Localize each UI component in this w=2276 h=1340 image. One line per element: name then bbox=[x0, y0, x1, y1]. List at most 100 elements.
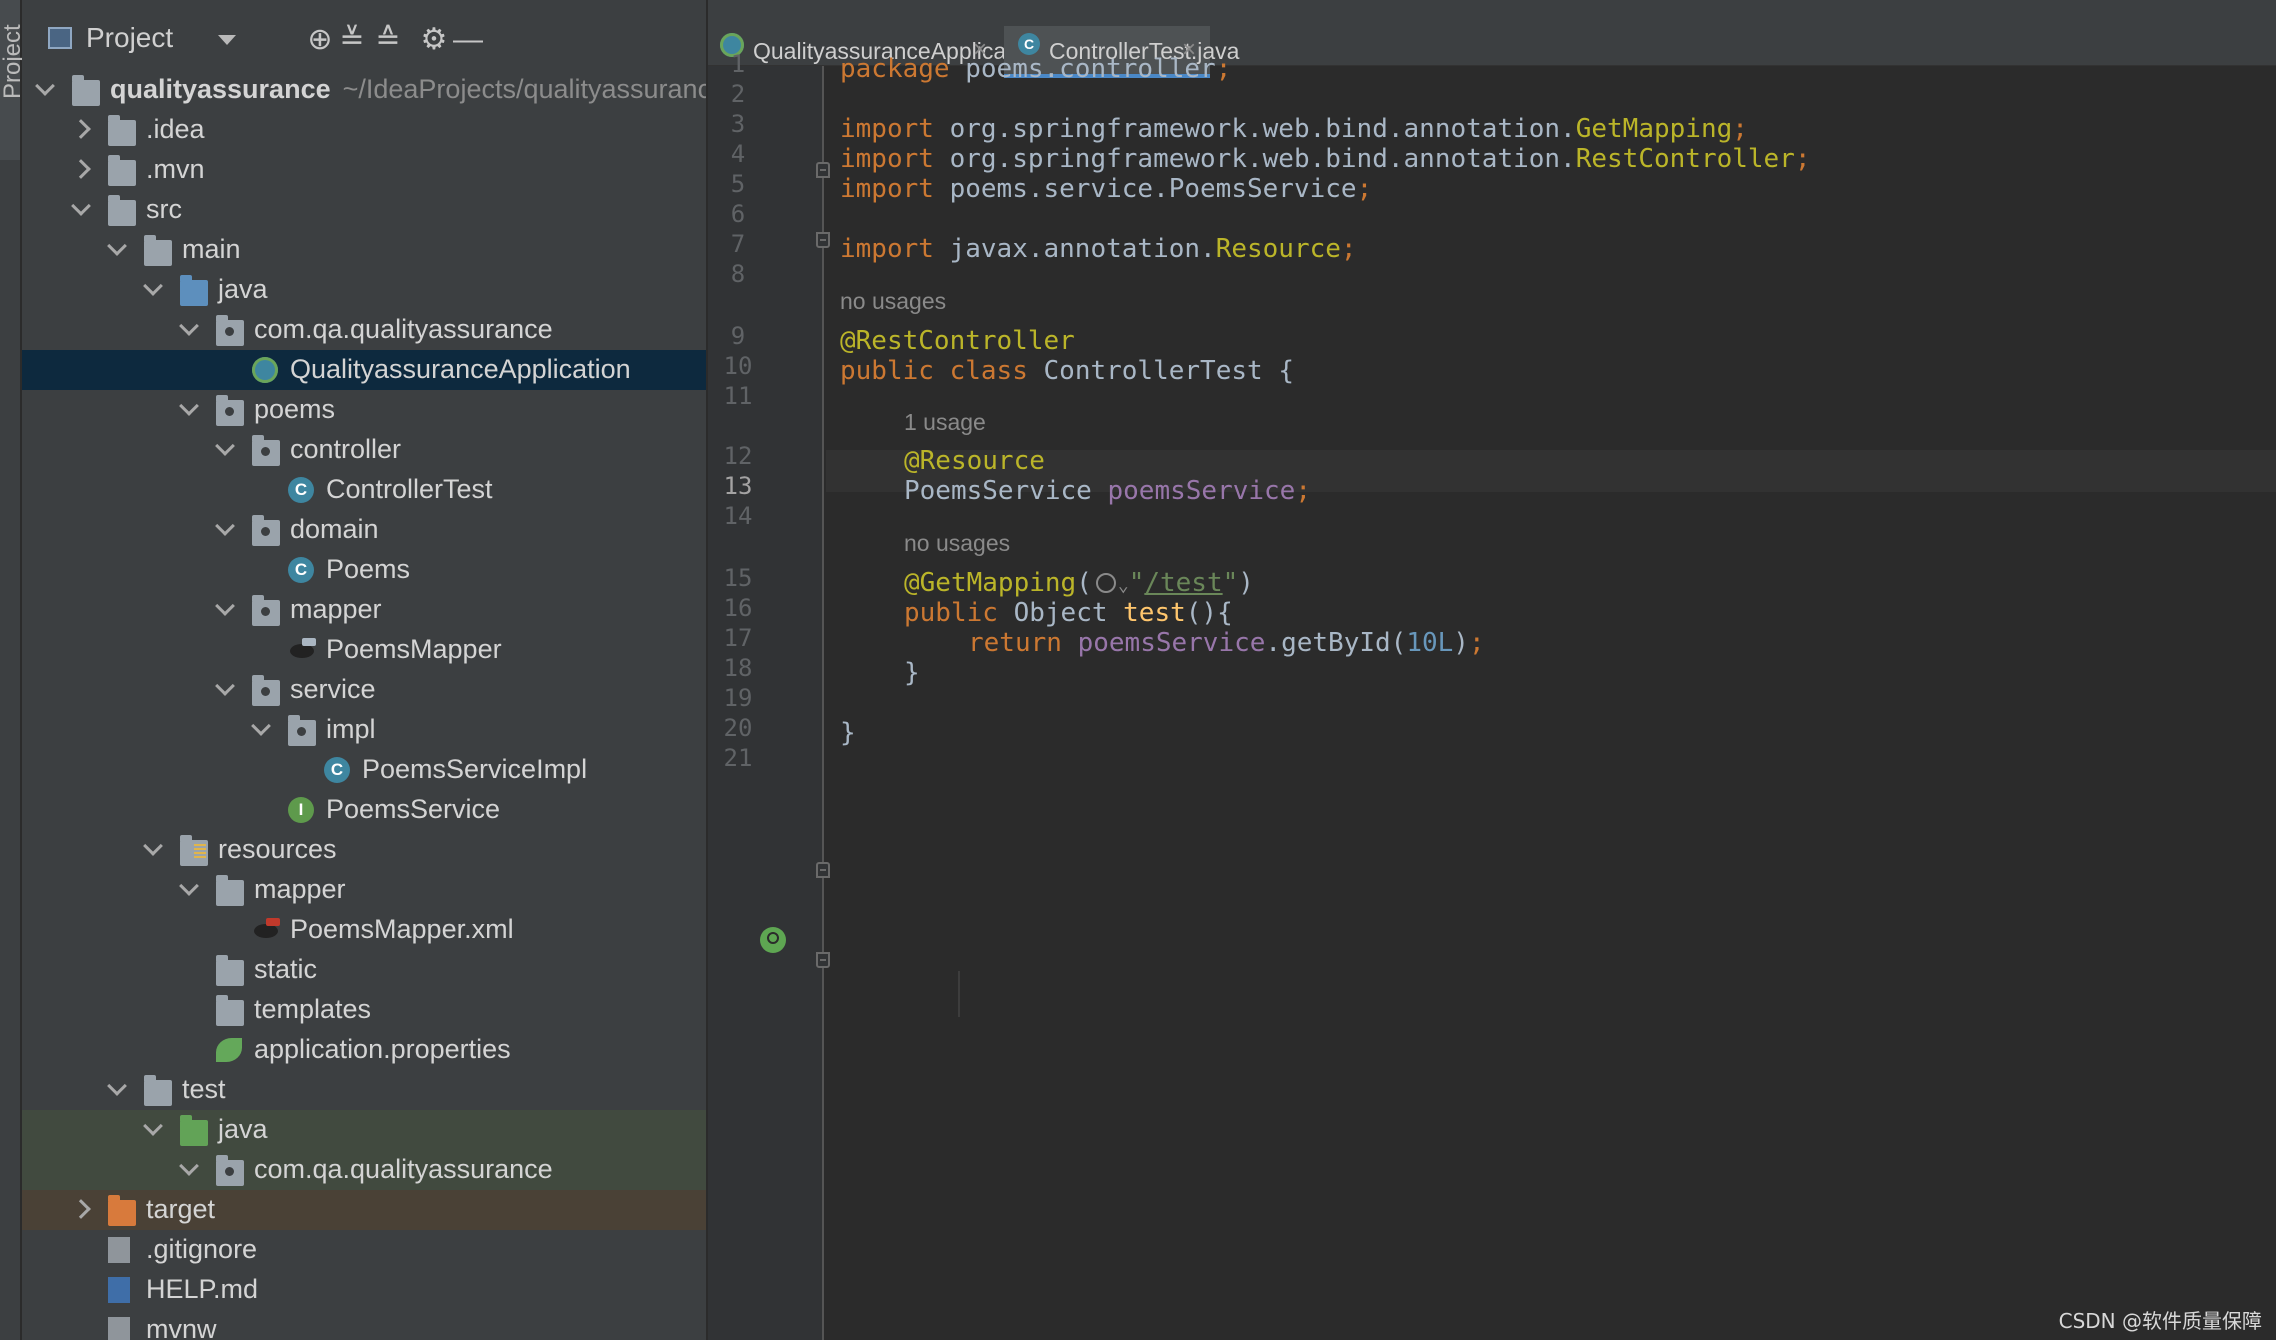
package-icon bbox=[216, 315, 244, 346]
field-name: poemsService bbox=[1107, 476, 1296, 506]
line-number[interactable]: 9 bbox=[718, 322, 758, 350]
tree-item[interactable]: java bbox=[22, 1110, 706, 1150]
usage-hint[interactable]: 1 usage bbox=[904, 409, 986, 436]
globe-icon[interactable] bbox=[1095, 573, 1116, 593]
tree-item[interactable]: PoemsMapper bbox=[22, 630, 706, 670]
chevron-down-icon[interactable] bbox=[215, 436, 235, 456]
chevron-right-icon[interactable] bbox=[71, 159, 91, 179]
resources-folder-icon bbox=[180, 835, 208, 866]
tree-item[interactable]: I PoemsService bbox=[22, 790, 706, 830]
tree-item[interactable]: application.properties bbox=[22, 1030, 706, 1070]
tree-item[interactable]: .mvn bbox=[22, 150, 706, 190]
tree-item[interactable]: com.qa.qualityassurance bbox=[22, 1150, 706, 1190]
chevron-down-icon[interactable] bbox=[179, 316, 199, 336]
tree-item-label: resources bbox=[218, 834, 337, 864]
line-number[interactable]: 1 bbox=[718, 50, 758, 78]
line-number[interactable]: 12 bbox=[718, 442, 758, 470]
line-number[interactable]: 16 bbox=[718, 594, 758, 622]
usage-hint[interactable]: no usages bbox=[904, 530, 1010, 557]
chevron-down-icon[interactable] bbox=[143, 836, 163, 856]
tree-item[interactable]: .gitignore bbox=[22, 1230, 706, 1270]
code-text: Resource bbox=[1215, 234, 1341, 264]
code-text: org.springframework.web.bind.annotation. bbox=[933, 144, 1576, 174]
tree-item[interactable]: .idea bbox=[22, 110, 706, 150]
tree-item[interactable]: mapper bbox=[22, 590, 706, 630]
tree-item[interactable]: domain bbox=[22, 510, 706, 550]
tree-item[interactable]: main bbox=[22, 230, 706, 270]
hide-panel-icon[interactable]: — bbox=[452, 24, 484, 56]
tree-item[interactable]: impl bbox=[22, 710, 706, 750]
line-number[interactable]: 20 bbox=[718, 714, 758, 742]
tree-item[interactable]: java bbox=[22, 270, 706, 310]
tree-item[interactable]: templates bbox=[22, 990, 706, 1030]
chevron-down-icon[interactable]: ⌄ bbox=[1118, 575, 1129, 596]
chevron-right-icon[interactable] bbox=[71, 1199, 91, 1219]
tree-item[interactable]: src bbox=[22, 190, 706, 230]
line-number[interactable]: 5 bbox=[718, 170, 758, 198]
tree-item[interactable]: mapper bbox=[22, 870, 706, 910]
line-number[interactable]: 6 bbox=[718, 200, 758, 228]
line-number[interactable]: 15 bbox=[718, 564, 758, 592]
chevron-down-icon[interactable] bbox=[107, 236, 127, 256]
line-number[interactable]: 2 bbox=[718, 80, 758, 108]
tree-item[interactable]: C PoemsServiceImpl bbox=[22, 750, 706, 790]
chevron-down-icon[interactable] bbox=[251, 716, 271, 736]
chevron-down-icon[interactable] bbox=[179, 1156, 199, 1176]
endpoint-globe-icon[interactable] bbox=[760, 927, 786, 953]
tree-item[interactable]: controller bbox=[22, 430, 706, 470]
module-folder-icon bbox=[72, 75, 100, 106]
line-number[interactable]: 10 bbox=[718, 352, 758, 380]
locate-file-icon[interactable]: ⊕ bbox=[304, 24, 336, 56]
chevron-down-icon[interactable] bbox=[215, 516, 235, 536]
project-view-title[interactable]: Project bbox=[86, 22, 173, 54]
line-number[interactable]: 13 bbox=[718, 472, 758, 500]
tree-item-label: Poems bbox=[326, 554, 411, 584]
chevron-down-icon[interactable] bbox=[143, 276, 163, 296]
view-dropdown-icon[interactable] bbox=[218, 35, 236, 45]
tree-item[interactable]: service bbox=[22, 670, 706, 710]
chevron-down-icon[interactable] bbox=[179, 876, 199, 896]
code-text: RestController bbox=[1575, 144, 1795, 174]
tree-item[interactable]: target bbox=[22, 1190, 706, 1230]
tree-item[interactable]: mvnw bbox=[22, 1310, 706, 1340]
collapse-all-icon[interactable]: ≙ bbox=[372, 24, 404, 56]
tree-item[interactable]: poems bbox=[22, 390, 706, 430]
usage-hint[interactable]: no usages bbox=[840, 288, 946, 315]
tree-item[interactable]: resources bbox=[22, 830, 706, 870]
line-number[interactable]: 18 bbox=[718, 654, 758, 682]
chevron-down-icon[interactable] bbox=[215, 596, 235, 616]
chevron-down-icon[interactable] bbox=[71, 196, 91, 216]
code-area[interactable]: package poems.controller; import org.spr… bbox=[826, 54, 2276, 1340]
keyword: import bbox=[840, 234, 934, 264]
tree-item[interactable]: qualityassurance ~/IdeaProjects/qualityas… bbox=[22, 70, 706, 110]
tree-item[interactable]: PoemsMapper.xml bbox=[22, 910, 706, 950]
line-number[interactable]: 14 bbox=[718, 502, 758, 530]
package-icon bbox=[252, 435, 280, 466]
chevron-down-icon[interactable] bbox=[107, 1076, 127, 1096]
tree-item[interactable]: com.qa.qualityassurance bbox=[22, 310, 706, 350]
expand-all-icon[interactable]: ≚ bbox=[336, 24, 368, 56]
chevron-down-icon[interactable] bbox=[215, 676, 235, 696]
line-number[interactable]: 7 bbox=[718, 230, 758, 258]
chevron-down-icon[interactable] bbox=[179, 396, 199, 416]
line-number[interactable]: 17 bbox=[718, 624, 758, 652]
tree-item[interactable]: QualityassuranceApplication bbox=[22, 350, 706, 390]
line-number[interactable]: 21 bbox=[718, 744, 758, 772]
tree-item[interactable]: HELP.md bbox=[22, 1270, 706, 1310]
chevron-down-icon[interactable] bbox=[143, 1116, 163, 1136]
line-number[interactable]: 8 bbox=[718, 260, 758, 288]
chevron-right-icon[interactable] bbox=[71, 119, 91, 139]
url-link[interactable]: /test bbox=[1144, 568, 1222, 598]
line-number[interactable]: 11 bbox=[718, 382, 758, 410]
class-icon: C bbox=[1018, 33, 1040, 55]
folder-icon bbox=[216, 995, 244, 1026]
tree-item[interactable]: C ControllerTest bbox=[22, 470, 706, 510]
chevron-down-icon[interactable] bbox=[35, 76, 55, 96]
tree-item[interactable]: test bbox=[22, 1070, 706, 1110]
gear-icon[interactable]: ⚙ bbox=[418, 24, 450, 56]
line-number[interactable]: 19 bbox=[718, 684, 758, 712]
tree-item[interactable]: static bbox=[22, 950, 706, 990]
line-number[interactable]: 3 bbox=[718, 110, 758, 138]
line-number[interactable]: 4 bbox=[718, 140, 758, 168]
tree-item[interactable]: C Poems bbox=[22, 550, 706, 590]
